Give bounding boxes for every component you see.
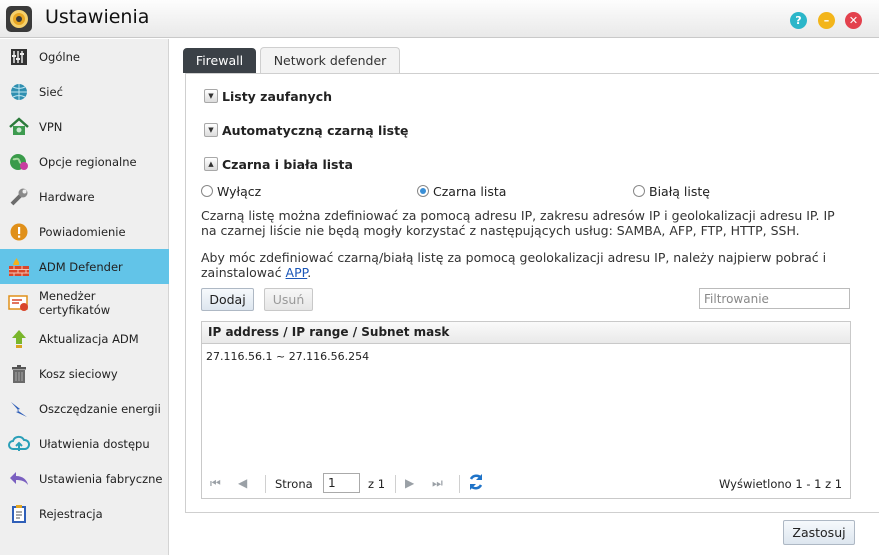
help-button[interactable]: ?	[790, 12, 807, 29]
collapse-down-icon[interactable]: ▼	[204, 123, 218, 137]
sidebar-item-label: Sieć	[39, 84, 63, 99]
sidebar-item-notification[interactable]: Powiadomienie	[0, 214, 169, 249]
sidebar-item-adm-update[interactable]: Aktualizacja ADM	[0, 321, 169, 356]
radio-blacklist[interactable]: Czarna lista	[417, 183, 506, 199]
apply-button[interactable]: Zastosuj	[783, 520, 855, 545]
expand-up-icon[interactable]: ▲	[204, 157, 218, 171]
tab-firewall[interactable]: Firewall	[183, 48, 256, 73]
next-page-icon[interactable]: ▶	[405, 476, 414, 490]
certificate-icon	[8, 292, 30, 314]
title-bar: Ustawienia ? – ✕	[0, 0, 879, 38]
last-page-icon[interactable]: ⏭	[432, 476, 443, 491]
section-black-white-list[interactable]: ▲ Czarna i biała lista	[204, 155, 353, 173]
sidebar-item-accessibility[interactable]: Ułatwienia dostępu	[0, 426, 169, 461]
sidebar-item-regional[interactable]: Opcje regionalne	[0, 144, 169, 179]
vpn-house-icon	[8, 116, 30, 138]
sidebar-item-label: Oszczędzanie energii	[39, 401, 161, 416]
sidebar-item-label: ADM Defender	[39, 259, 123, 274]
radio-whitelist[interactable]: Białą listę	[633, 183, 710, 199]
settings-app-icon	[6, 6, 32, 32]
sidebar-item-label: Ogólne	[39, 49, 80, 64]
close-button[interactable]: ✕	[845, 12, 862, 29]
pagination-bar: ⏮ ◀ Strona 1 z 1 ▶ ⏭ Wyświetlono 1 - 1 z…	[202, 469, 850, 497]
collapse-down-icon[interactable]: ▼	[204, 89, 218, 103]
sidebar-item-label: Ułatwienia dostępu	[39, 436, 150, 451]
tab-network-defender[interactable]: Network defender	[260, 47, 400, 73]
section-auto-blacklist[interactable]: ▼ Automatyczną czarną listę	[204, 121, 409, 139]
content-area: Firewall Network defender ▼ Listy zaufan…	[170, 39, 879, 555]
sidebar-item-label: Kosz sieciowy	[39, 366, 118, 381]
display-info: Wyświetlono 1 - 1 z 1	[719, 477, 843, 491]
registration-clipboard-icon	[8, 503, 30, 525]
blacklist-description: Czarną listę można zdefiniować za pomocą…	[201, 208, 835, 238]
remove-button[interactable]: Usuń	[264, 288, 313, 311]
sidebar-item-label: Aktualizacja ADM	[39, 331, 139, 346]
cloud-upload-icon	[8, 433, 30, 455]
sidebar-item-adm-defender[interactable]: ADM Defender	[0, 249, 169, 284]
sidebar-item-certificate-manager[interactable]: Menedżer certyfikatów	[0, 284, 169, 322]
sidebar-item-label: Menedżer certyfikatów	[39, 289, 111, 317]
first-page-icon[interactable]: ⏮	[210, 476, 221, 491]
sidebar-item-label: Opcje regionalne	[39, 154, 137, 169]
radio-disable[interactable]: Wyłącz	[201, 183, 261, 199]
sidebar-item-vpn[interactable]: VPN	[0, 109, 169, 144]
sidebar-item-label: Rejestracja	[39, 506, 103, 521]
radio-label: Wyłącz	[217, 183, 262, 199]
sidebar-item-label: Ustawienia fabryczne	[39, 471, 163, 486]
sidebar: Ogólne Sieć VPN Opcje regionalne Hardwar…	[0, 39, 169, 555]
network-globe-icon	[8, 81, 30, 103]
sidebar-item-general[interactable]: Ogólne	[0, 39, 169, 74]
regional-globe-icon	[8, 151, 30, 173]
reset-arrow-icon	[8, 468, 30, 490]
section-trusted-lists[interactable]: ▼ Listy zaufanych	[204, 87, 332, 105]
sidebar-item-label: Powiadomienie	[39, 224, 126, 239]
sidebar-item-energy-saving[interactable]: Oszczędzanie energii	[0, 391, 169, 426]
sidebar-item-recycle-bin[interactable]: Kosz sieciowy	[0, 356, 169, 391]
radio-label: Czarna lista	[433, 183, 507, 199]
radio-label: Białą listę	[649, 183, 710, 199]
page-label: Strona	[275, 477, 313, 491]
section-title: Listy zaufanych	[222, 88, 333, 104]
radio-button[interactable]	[201, 185, 213, 197]
page-number-input[interactable]: 1	[323, 473, 360, 493]
sidebar-item-factory-settings[interactable]: Ustawienia fabryczne	[0, 461, 169, 496]
sidebar-item-hardware[interactable]: Hardware	[0, 179, 169, 214]
sidebar-item-network[interactable]: Sieć	[0, 74, 169, 109]
trash-icon	[8, 363, 30, 385]
sidebar-item-label: Hardware	[39, 189, 95, 204]
section-title: Czarna i biała lista	[222, 156, 353, 172]
window-title: Ustawienia	[45, 6, 150, 28]
add-button[interactable]: Dodaj	[201, 288, 254, 311]
app-link[interactable]: APP	[286, 265, 308, 280]
column-header-ip[interactable]: IP address / IP range / Subnet mask	[202, 322, 850, 344]
refresh-icon[interactable]	[467, 473, 485, 494]
sidebar-item-registration[interactable]: Rejestracja	[0, 496, 169, 531]
table-row[interactable]: 27.116.56.1 ~ 27.116.56.254	[206, 350, 369, 363]
page-count: z 1	[368, 477, 386, 491]
ip-list-grid: IP address / IP range / Subnet mask 27.1…	[201, 321, 851, 499]
minimize-button[interactable]: –	[818, 12, 835, 29]
general-icon	[8, 46, 30, 68]
hardware-wrench-icon	[8, 186, 30, 208]
radio-button[interactable]	[633, 185, 645, 197]
filter-input[interactable]	[699, 288, 850, 309]
section-title: Automatyczną czarną listę	[222, 122, 409, 138]
geolocation-note: Aby móc zdefiniować czarną/białą listę z…	[201, 250, 827, 280]
update-arrow-icon	[8, 328, 30, 350]
prev-page-icon[interactable]: ◀	[238, 476, 247, 490]
energy-bolt-icon	[8, 398, 30, 420]
radio-button[interactable]	[417, 185, 429, 197]
firewall-icon	[8, 256, 30, 278]
notification-warning-icon	[8, 221, 30, 243]
sidebar-item-label: VPN	[39, 119, 63, 134]
